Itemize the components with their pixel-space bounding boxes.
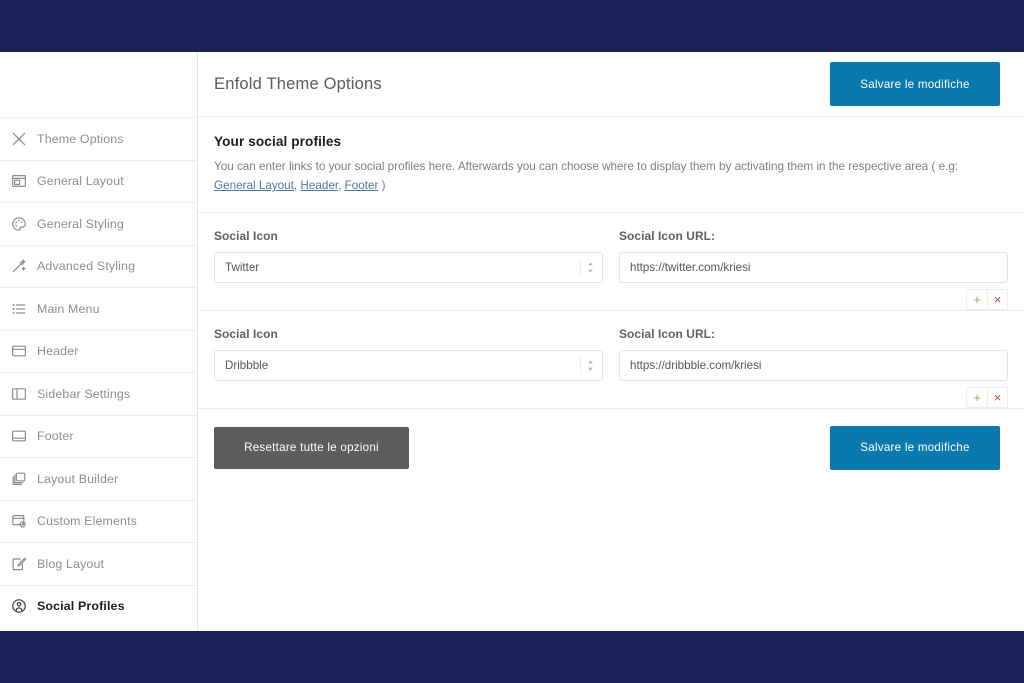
sidebar-item-layout-builder[interactable]: Layout Builder (0, 457, 197, 500)
social-url-field-group: Social Icon URL: (619, 327, 1008, 381)
social-icon-label: Social Icon (214, 326, 278, 341)
delete-row-button[interactable]: × (987, 386, 1008, 408)
theme-options-app: Theme Options General Layout General Styli… (0, 52, 1024, 631)
reset-all-options-button[interactable]: Resettare tutte le opzioni (214, 426, 409, 469)
sidebar-item-theme-options[interactable]: Theme Options (0, 117, 197, 160)
row-fields: Social Icon Social Icon URL: (198, 327, 1024, 381)
link-footer[interactable]: Footer (345, 179, 379, 192)
options-content: Enfold Theme Options Salvare le modifich… (198, 52, 1024, 631)
palette-icon (10, 215, 28, 233)
list-icon (10, 300, 28, 318)
custom-element-icon (10, 512, 28, 530)
sidebar-item-label: Layout Builder (37, 471, 119, 486)
row-actions: + × (198, 386, 1024, 408)
sidebar-item-label: Sidebar Settings (37, 386, 131, 401)
save-changes-button-top[interactable]: Salvare le modifiche (830, 62, 1000, 106)
page-header: Enfold Theme Options Salvare le modifich… (198, 52, 1024, 117)
social-icon-select[interactable] (214, 251, 603, 283)
sidebar-item-social-profiles[interactable]: Social Profiles (0, 584, 197, 628)
form-footer: Resettare tutte le opzioni Salvare le mo… (198, 409, 1024, 470)
layout-icon (10, 172, 28, 190)
sidebar-item-label: Advanced Styling (37, 259, 136, 274)
social-profile-row: Social Icon Social Icon URL: +× (198, 213, 1024, 311)
social-profiles-repeater: Social IconSocial Icon URL:+×Social Icon… (198, 213, 1024, 409)
link-header[interactable]: Header (300, 179, 338, 192)
social-circle-icon (10, 597, 28, 615)
sidebar-item-header[interactable]: Header (0, 329, 197, 373)
options-sidebar: Theme Options General Layout General Styli… (0, 52, 198, 631)
row-actions: + × (198, 288, 1024, 310)
social-icon-label: Social Icon (214, 228, 278, 243)
sidebar-item-label: Footer (37, 429, 74, 444)
sidebar-columns-icon (10, 385, 28, 403)
social-icon-select-wrap (214, 349, 603, 381)
pencil-page-icon (10, 555, 28, 573)
social-icon-url-label: Social Icon URL: (619, 228, 716, 243)
stacked-layers-icon (10, 470, 28, 488)
sidebar-item-custom-elements[interactable]: Custom Elements (0, 499, 197, 543)
page-title: Enfold Theme Options (214, 74, 382, 93)
social-profile-row: Social Icon Social Icon URL: +× (198, 311, 1024, 409)
bottom-chrome-bar (0, 631, 1024, 683)
section-description-text-2: ) (378, 178, 386, 192)
sidebar-item-label: General Layout (37, 174, 124, 189)
social-icon-url-label: Social Icon URL: (619, 326, 716, 341)
social-icon-field-group: Social Icon (214, 229, 603, 283)
tools-icon (10, 130, 28, 148)
save-changes-button-bottom[interactable]: Salvare le modifiche (830, 425, 1000, 470)
header-box-icon (10, 342, 28, 360)
delete-row-button[interactable]: × (987, 288, 1008, 310)
sidebar-item-footer[interactable]: Footer (0, 414, 197, 458)
sidebar-item-label: Blog Layout (37, 556, 105, 571)
social-icon-url-input[interactable] (619, 251, 1008, 283)
section-description-text-1: You can enter links to your social profi… (214, 160, 959, 173)
social-icon-select[interactable] (214, 349, 603, 381)
link-general-layout[interactable]: General Layout (214, 179, 294, 192)
add-row-button[interactable]: + (966, 386, 987, 408)
sidebar-item-sidebar-settings[interactable]: Sidebar Settings (0, 372, 197, 415)
sidebar-item-label: Social Profiles (37, 599, 125, 614)
footer-box-icon (10, 427, 28, 445)
add-row-button[interactable]: + (966, 288, 987, 310)
sidebar-item-main-menu[interactable]: Main Menu (0, 287, 197, 330)
row-fields: Social Icon Social Icon URL: (198, 229, 1024, 283)
browser-screen: Theme Options General Layout General Styli… (0, 0, 1024, 683)
social-icon-field-group: Social Icon (214, 327, 603, 381)
sidebar-top-spacer (0, 52, 197, 117)
sidebar-item-label: Custom Elements (37, 514, 138, 529)
sidebar-item-general-layout[interactable]: General Layout (0, 159, 197, 203)
sidebar-item-general-styling[interactable]: General Styling (0, 202, 197, 245)
top-chrome-bar (0, 0, 1024, 52)
magic-wand-icon (10, 257, 28, 275)
section-intro: Your social profiles You can enter links… (198, 117, 1024, 213)
social-url-field-group: Social Icon URL: (619, 229, 1008, 283)
sidebar-item-label: Theme Options (37, 131, 124, 146)
section-title: Your social profiles (214, 134, 342, 149)
section-description: You can enter links to your social profi… (214, 158, 1002, 196)
sidebar-item-advanced-styling[interactable]: Advanced Styling (0, 244, 197, 288)
sidebar-item-label: General Styling (37, 216, 124, 231)
social-icon-select-wrap (214, 251, 603, 283)
sidebar-item-blog-layout[interactable]: Blog Layout (0, 542, 197, 585)
sidebar-item-label: Header (37, 344, 79, 359)
sidebar-item-label: Main Menu (37, 301, 100, 316)
social-icon-url-input[interactable] (619, 349, 1008, 381)
